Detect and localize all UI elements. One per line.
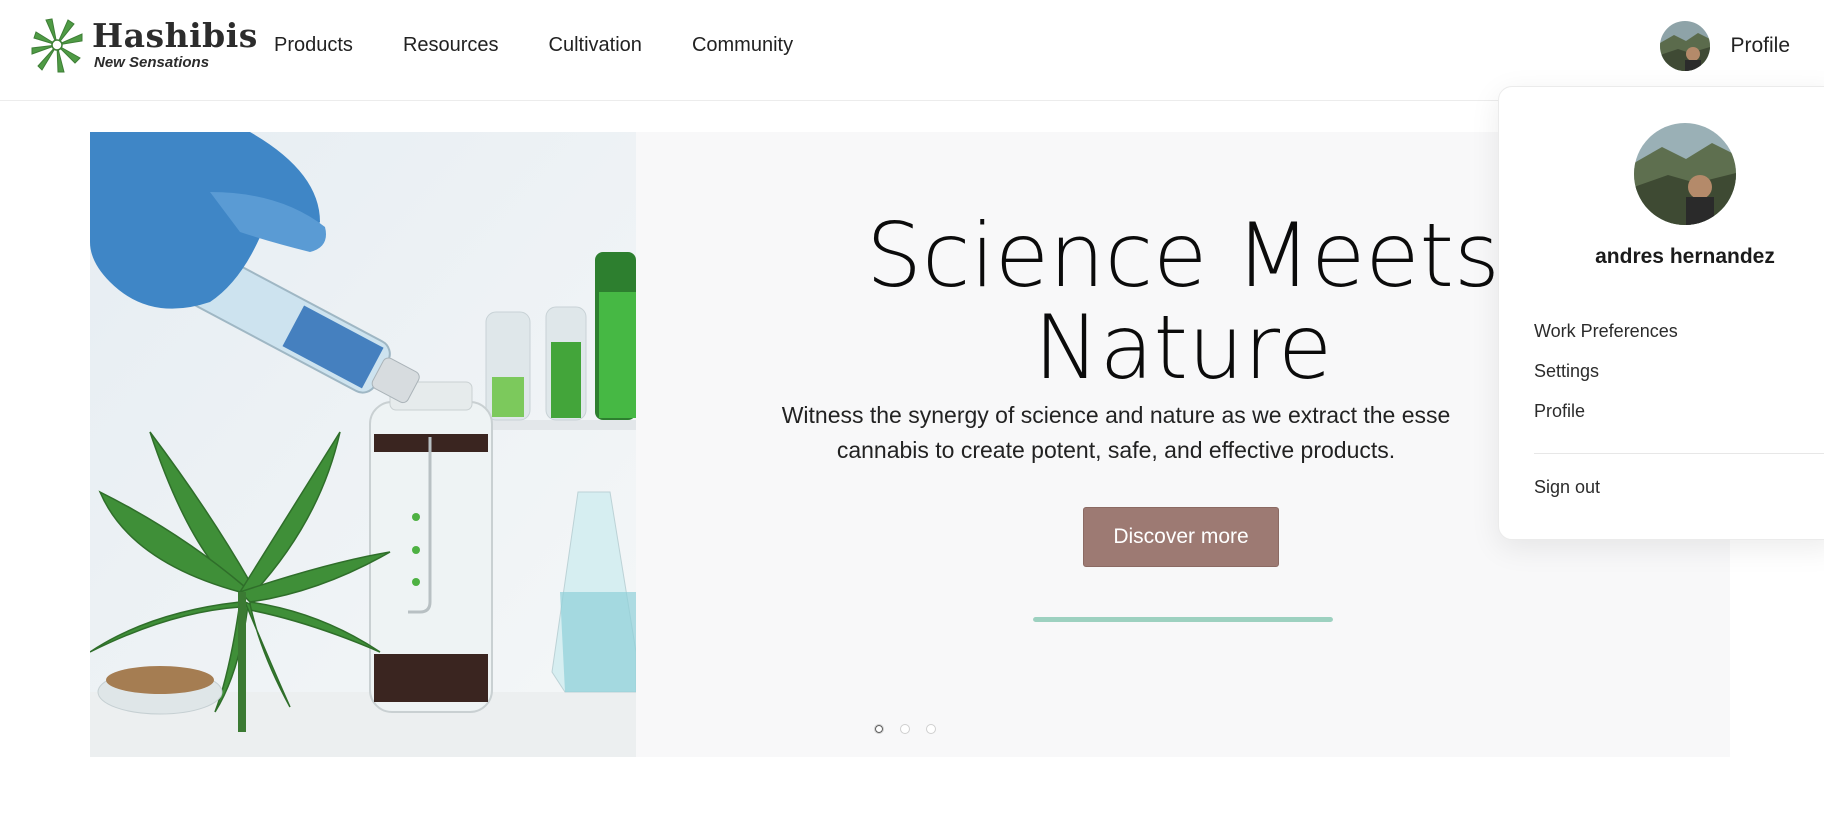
profile-dropdown: andres hernandez Work Preferences Settin… — [1498, 86, 1824, 540]
carousel-dots — [874, 724, 936, 734]
main-nav: Products Resources Cultivation Community — [274, 34, 843, 57]
profile-label[interactable]: Profile — [1730, 34, 1790, 58]
carousel-dot-1[interactable] — [874, 724, 884, 734]
menu-item-settings[interactable]: Settings — [1534, 361, 1599, 382]
hero-description: Witness the synergy of science and natur… — [756, 398, 1476, 468]
avatar-photo-icon — [1660, 21, 1711, 71]
nav-item-resources[interactable]: Resources — [403, 34, 499, 57]
avatar[interactable] — [1660, 21, 1711, 71]
hero-image — [90, 132, 637, 757]
slide-progress-bar — [1033, 617, 1333, 622]
avatar-photo-icon — [1634, 123, 1736, 225]
discover-more-button[interactable]: Discover more — [1083, 507, 1279, 567]
carousel-dot-2[interactable] — [900, 724, 910, 734]
menu-item-sign-out[interactable]: Sign out — [1534, 477, 1600, 498]
brand-name: Hashibis — [92, 16, 258, 55]
carousel-dot-3[interactable] — [926, 724, 936, 734]
hero-description-line-1: Witness the synergy of science and natur… — [781, 402, 1451, 428]
brand-tagline: New Sensations — [94, 54, 210, 71]
hero-description-line-2: cannabis to create potent, safe, and eff… — [836, 437, 1396, 463]
dropdown-user-name: andres hernandez — [1595, 245, 1775, 268]
nav-item-community[interactable]: Community — [692, 34, 793, 57]
brand-logo[interactable]: Hashibis New Sensations — [28, 14, 257, 78]
dropdown-avatar — [1634, 123, 1736, 225]
leaf-logo-icon — [31, 18, 83, 73]
menu-divider — [1534, 453, 1824, 454]
nav-item-products[interactable]: Products — [274, 34, 353, 57]
nav-item-cultivation[interactable]: Cultivation — [549, 34, 642, 57]
profile-menu-trigger[interactable]: Profile — [1660, 20, 1790, 72]
lab-illustration — [90, 132, 637, 757]
menu-item-work-preferences[interactable]: Work Preferences — [1534, 321, 1678, 342]
slide-progress-fill — [1033, 617, 1333, 622]
menu-item-profile[interactable]: Profile — [1534, 401, 1585, 422]
hero-carousel: Science Meets Nature Witness the synergy… — [90, 132, 1730, 757]
